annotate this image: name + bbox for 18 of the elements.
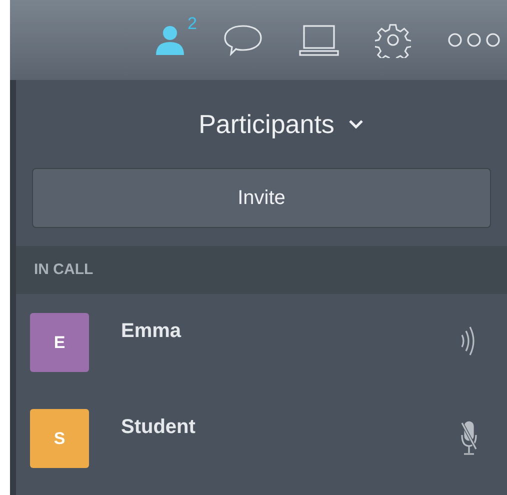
participants-dropdown[interactable]: Participants: [198, 104, 364, 144]
toolbar-tab[interactable]: [447, 32, 501, 48]
settings-icon: [375, 22, 411, 58]
laptop-icon: [299, 24, 339, 56]
person-icon: [153, 23, 187, 57]
avatar: E: [30, 313, 89, 372]
participant-name: Emma: [121, 319, 182, 344]
toolbar-tab[interactable]: [375, 22, 411, 58]
participant-name: Student: [121, 415, 196, 440]
avatar: S: [30, 409, 89, 468]
toolbar-tab[interactable]: [299, 24, 339, 56]
chat-icon: [223, 23, 263, 57]
section-title: IN CALL: [34, 260, 94, 280]
participant-count: 2: [188, 15, 197, 32]
toolbar-tab[interactable]: [223, 23, 263, 57]
more-icon: [447, 32, 501, 48]
invite-button[interactable]: Invite: [32, 168, 491, 228]
chevron-down-icon: [348, 119, 364, 129]
